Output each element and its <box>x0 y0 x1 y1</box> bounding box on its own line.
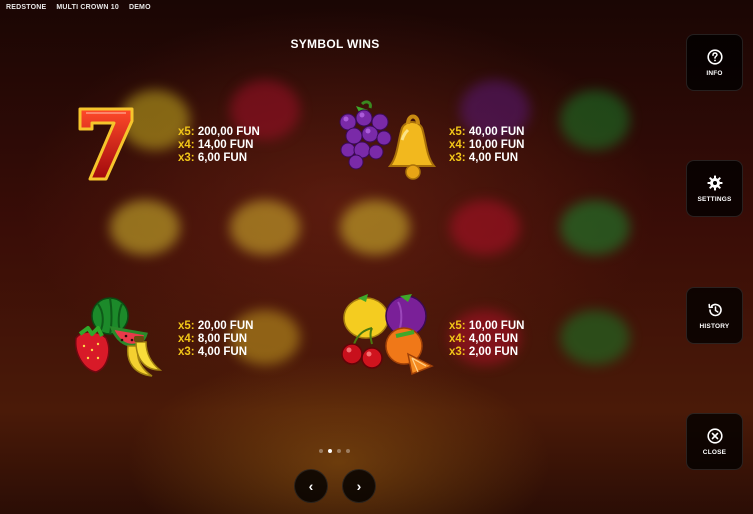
win-row: x5: 200,00 FUN <box>178 126 260 138</box>
history-icon <box>707 303 722 316</box>
page-dot-active[interactable] <box>328 449 332 453</box>
grapes-bell-icon <box>336 100 441 185</box>
win-row: x5: 40,00 FUN <box>449 126 525 138</box>
mode-label: DEMO <box>128 4 151 11</box>
win-row: x3: 4,00 FUN <box>178 346 248 358</box>
page-dot[interactable] <box>319 449 323 453</box>
chevron-right-icon: › <box>356 478 362 494</box>
top-bar: REDSTONE MULTI CROWN 10 DEMO <box>6 4 151 11</box>
win-row: x4: 8,00 FUN <box>178 333 248 345</box>
page-dot[interactable] <box>346 449 350 453</box>
brand-label: REDSTONE <box>6 4 47 11</box>
game-name-label: MULTI CROWN 10 <box>56 4 119 11</box>
info-button-label: INFO <box>706 69 723 77</box>
lemon-plum-cherry-orange-icon <box>338 290 438 382</box>
wins-list-grapes-bell: x5: 40,00 FUN x4: 10,00 FUN x3: 4,00 FUN <box>449 126 524 165</box>
page-indicator <box>319 449 350 453</box>
win-row: x4: 10,00 FUN <box>449 139 525 151</box>
wins-list-lemon-plum-cherry-orange: x5: 10,00 FUN x4: 4,00 FUN x3: 2,00 FUN <box>449 320 524 359</box>
wins-list-seven: x5: 200,00 FUN x4: 14,00 FUN x3: 6,00 FU… <box>178 126 260 165</box>
question-icon <box>706 48 723 65</box>
win-row: x3: 6,00 FUN <box>178 152 248 164</box>
seven-icon <box>76 105 136 183</box>
settings-button-label: SETTINGS <box>697 195 732 203</box>
settings-button[interactable]: SETTINGS <box>686 160 743 217</box>
wins-list-watermelon-strawberry-banana: x5: 20,00 FUN x4: 8,00 FUN x3: 4,00 FUN <box>178 320 253 359</box>
win-row: x3: 2,00 FUN <box>449 346 519 358</box>
close-button-label: CLOSE <box>702 448 727 456</box>
next-page-button[interactable]: › <box>342 469 376 503</box>
chevron-left-icon: ‹ <box>308 478 314 494</box>
page-title: SYMBOL WINS <box>290 37 380 51</box>
win-row: x5: 10,00 FUN <box>449 320 525 332</box>
win-row: x3: 4,00 FUN <box>449 152 519 164</box>
history-button[interactable]: HISTORY <box>686 287 743 344</box>
history-button-label: HISTORY <box>699 322 730 330</box>
info-button[interactable]: INFO <box>686 34 743 91</box>
win-row: x4: 14,00 FUN <box>178 139 254 151</box>
gear-icon <box>707 175 722 190</box>
page-dot[interactable] <box>337 449 341 453</box>
close-button[interactable]: CLOSE <box>686 413 743 470</box>
watermelon-strawberry-banana-icon <box>70 296 165 381</box>
previous-page-button[interactable]: ‹ <box>294 469 328 503</box>
close-icon <box>706 427 723 444</box>
win-row: x5: 20,00 FUN <box>178 320 254 332</box>
win-row: x4: 4,00 FUN <box>449 333 519 345</box>
